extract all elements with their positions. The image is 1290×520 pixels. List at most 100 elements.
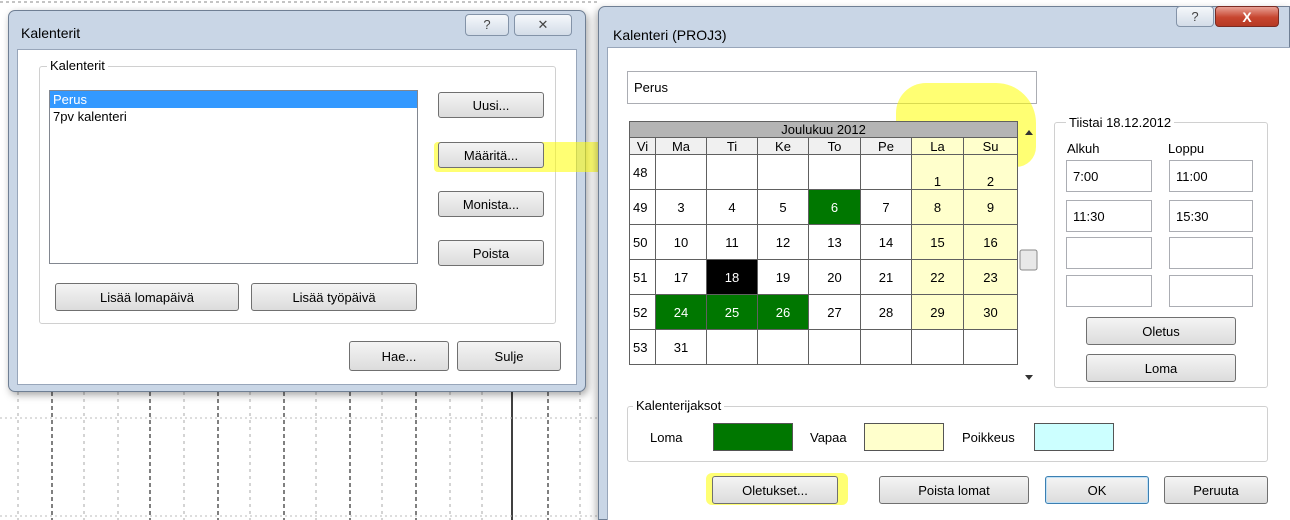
remove-holidays-button[interactable]: Poista lomat — [879, 476, 1029, 504]
close-button[interactable]: Sulje — [457, 341, 561, 371]
add-holiday-button[interactable]: Lisää lomapäivä — [55, 283, 239, 311]
weekday-header: Pe — [860, 137, 912, 155]
day-cell[interactable]: 1 — [911, 154, 964, 190]
day-cell[interactable] — [962, 329, 1019, 365]
weekday-header: Ti — [706, 137, 758, 155]
day-cell[interactable]: 5 — [757, 189, 809, 225]
help-icon[interactable]: ? — [1176, 6, 1214, 27]
day-cell[interactable]: 30 — [962, 294, 1019, 330]
cancel-button[interactable]: Peruuta — [1164, 476, 1268, 504]
day-cell[interactable]: 8 — [911, 189, 964, 225]
day-cell[interactable] — [757, 154, 809, 190]
start-time-field[interactable]: 7:00 — [1066, 160, 1152, 192]
new-button[interactable]: Uusi... — [438, 92, 544, 118]
day-cell[interactable] — [655, 154, 707, 190]
day-cell[interactable]: 17 — [655, 259, 707, 295]
day-cell[interactable]: 24 — [655, 294, 707, 330]
day-cell[interactable]: 9 — [962, 189, 1019, 225]
day-cell[interactable] — [860, 154, 912, 190]
end-time-field[interactable] — [1169, 237, 1253, 269]
day-cell[interactable]: 21 — [860, 259, 912, 295]
day-cell[interactable]: 14 — [860, 224, 912, 260]
group-label: Kalenterit — [47, 58, 108, 73]
calendars-dialog: Kalenterit ? ✕ Kalenterit Perus 7pv kale… — [8, 10, 624, 392]
free-legend-label: Vapaa — [810, 430, 847, 445]
day-cell[interactable]: 20 — [808, 259, 861, 295]
day-cell[interactable] — [808, 154, 861, 190]
weekday-header: To — [808, 137, 861, 155]
calendar-list[interactable]: Perus 7pv kalenteri — [49, 90, 418, 264]
start-time-field[interactable] — [1066, 275, 1152, 307]
day-cell[interactable]: 13 — [808, 224, 861, 260]
start-time-field[interactable]: 11:30 — [1066, 200, 1152, 232]
day-cell[interactable]: 7 — [860, 189, 912, 225]
holiday-legend-label: Loma — [650, 430, 683, 445]
week-number: 50 — [629, 224, 656, 260]
day-cell[interactable] — [860, 329, 912, 365]
week-number: 49 — [629, 189, 656, 225]
day-cell[interactable] — [706, 154, 758, 190]
define-button[interactable]: Määritä... — [438, 142, 544, 168]
defaults-button[interactable]: Oletukset... — [712, 476, 838, 504]
day-cell[interactable]: 16 — [962, 224, 1019, 260]
delete-button[interactable]: Poista — [438, 240, 544, 266]
day-cell[interactable]: 10 — [655, 224, 707, 260]
calendar-scrollbar[interactable] — [1019, 121, 1039, 386]
day-cell[interactable]: 2 — [962, 154, 1019, 190]
free-color-swatch[interactable] — [864, 423, 944, 451]
day-cell[interactable]: 22 — [911, 259, 964, 295]
exception-legend-label: Poikkeus — [962, 430, 1015, 445]
day-cell[interactable] — [808, 329, 861, 365]
day-cell[interactable]: 15 — [911, 224, 964, 260]
day-cell[interactable]: 25 — [706, 294, 758, 330]
week-number: 52 — [629, 294, 656, 330]
copy-button[interactable]: Monista... — [438, 191, 544, 217]
month-title: Joulukuu 2012 — [628, 121, 1019, 138]
day-cell[interactable]: 11 — [706, 224, 758, 260]
end-time-label: Loppu — [1168, 141, 1205, 156]
weekday-header: Ma — [655, 137, 707, 155]
list-item[interactable]: 7pv kalenteri — [50, 108, 417, 125]
day-cell[interactable]: 31 — [655, 329, 707, 365]
day-cell[interactable]: 18 — [706, 259, 758, 295]
start-time-field[interactable] — [1066, 237, 1152, 269]
exception-color-swatch[interactable] — [1034, 423, 1114, 451]
help-icon[interactable]: ? — [465, 14, 509, 36]
ok-button[interactable]: OK — [1045, 476, 1149, 504]
end-time-field[interactable]: 11:00 — [1169, 160, 1253, 192]
day-cell[interactable]: 28 — [860, 294, 912, 330]
day-cell[interactable]: 3 — [655, 189, 707, 225]
week-header: Vi — [629, 137, 656, 155]
add-workday-button[interactable]: Lisää työpäivä — [251, 283, 417, 311]
day-cell[interactable]: 6 — [808, 189, 861, 225]
weekday-header: Su — [962, 137, 1019, 155]
day-cell[interactable]: 29 — [911, 294, 964, 330]
close-icon[interactable]: X — [1215, 6, 1279, 27]
scroll-up-icon — [1025, 130, 1033, 135]
day-cell[interactable]: 26 — [757, 294, 809, 330]
close-icon[interactable]: ✕ — [514, 14, 572, 36]
fetch-button[interactable]: Hae... — [349, 341, 449, 371]
weekday-header: Ke — [757, 137, 809, 155]
default-day-button[interactable]: Oletus — [1086, 317, 1236, 345]
day-cell[interactable]: 27 — [808, 294, 861, 330]
week-number: 48 — [629, 154, 656, 190]
periods-group-label: Kalenterijaksot — [633, 398, 725, 413]
month-calendar[interactable]: Joulukuu 2012 Vi Ma Ti Ke To Pe La Su 48 1 2 49 3 4 5 6 7… — [628, 121, 1019, 365]
end-time-field[interactable] — [1169, 275, 1253, 307]
day-cell[interactable]: 19 — [757, 259, 809, 295]
holiday-color-swatch[interactable] — [713, 423, 793, 451]
day-cell[interactable]: 4 — [706, 189, 758, 225]
day-cell[interactable] — [706, 329, 758, 365]
day-cell[interactable] — [757, 329, 809, 365]
week-number: 53 — [629, 329, 656, 365]
dialog-title: Kalenterit — [21, 25, 81, 41]
weekday-header: La — [911, 137, 964, 155]
holiday-day-button[interactable]: Loma — [1086, 354, 1236, 382]
day-cell[interactable] — [911, 329, 964, 365]
end-time-field[interactable]: 15:30 — [1169, 200, 1253, 232]
list-item[interactable]: Perus — [50, 91, 417, 108]
day-panel-title: Tiistai 18.12.2012 — [1066, 115, 1175, 130]
day-cell[interactable]: 23 — [962, 259, 1019, 295]
day-cell[interactable]: 12 — [757, 224, 809, 260]
